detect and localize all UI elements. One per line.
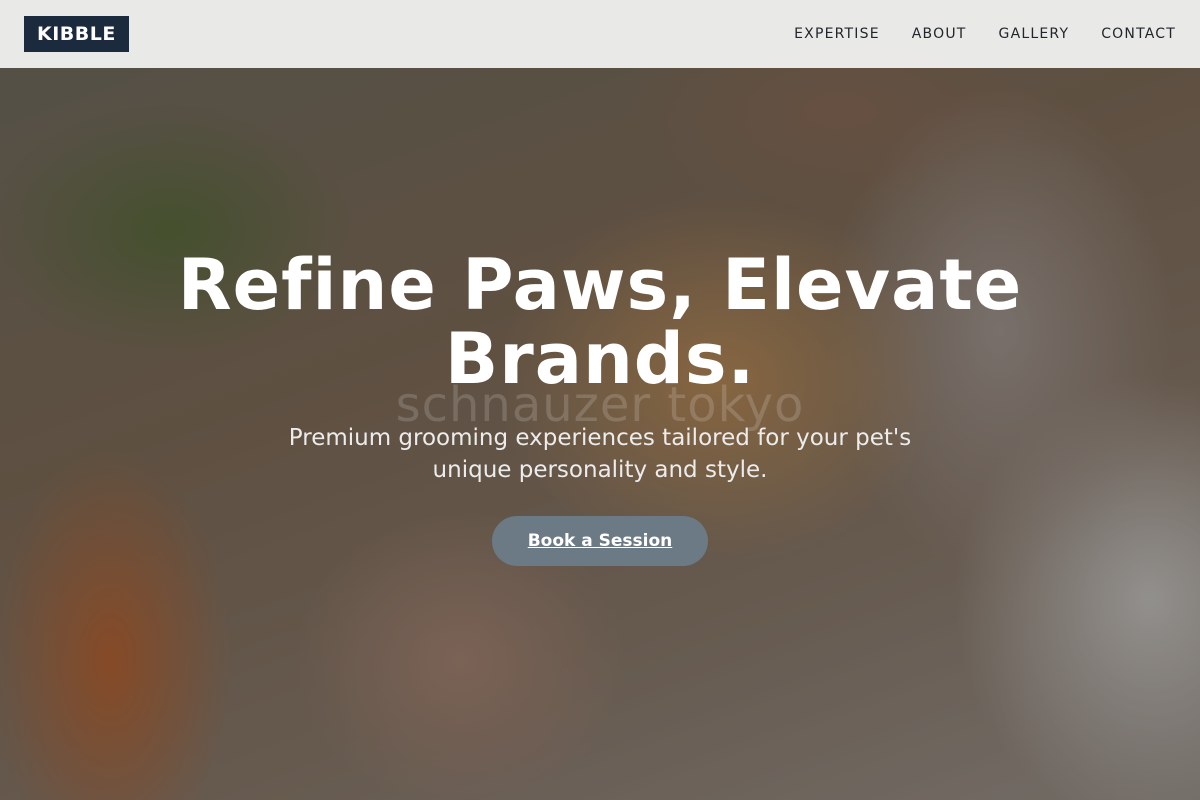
nav-link-contact[interactable]: CONTACT	[1101, 26, 1176, 42]
hero-subtitle: Premium grooming experiences tailored fo…	[288, 425, 912, 483]
site-header: KIBBLE EXPERTISE ABOUT GALLERY CONTACT	[0, 0, 1200, 68]
hero-section: Refine Paws, Elevate Brands. Premium gro…	[0, 248, 1200, 566]
hero-title: Refine Paws, Elevate Brands.	[177, 244, 1023, 400]
page: schnauzer tokyo KIBBLE EXPERTISE ABOUT G…	[0, 0, 1200, 800]
nav-link-expertise[interactable]: EXPERTISE	[794, 26, 880, 42]
nav-link-gallery[interactable]: GALLERY	[999, 26, 1070, 42]
brand-logo[interactable]: KIBBLE	[24, 16, 129, 52]
book-session-button[interactable]: Book a Session	[492, 516, 708, 566]
nav-link-about[interactable]: ABOUT	[912, 26, 967, 42]
main-nav: EXPERTISE ABOUT GALLERY CONTACT	[794, 26, 1176, 42]
